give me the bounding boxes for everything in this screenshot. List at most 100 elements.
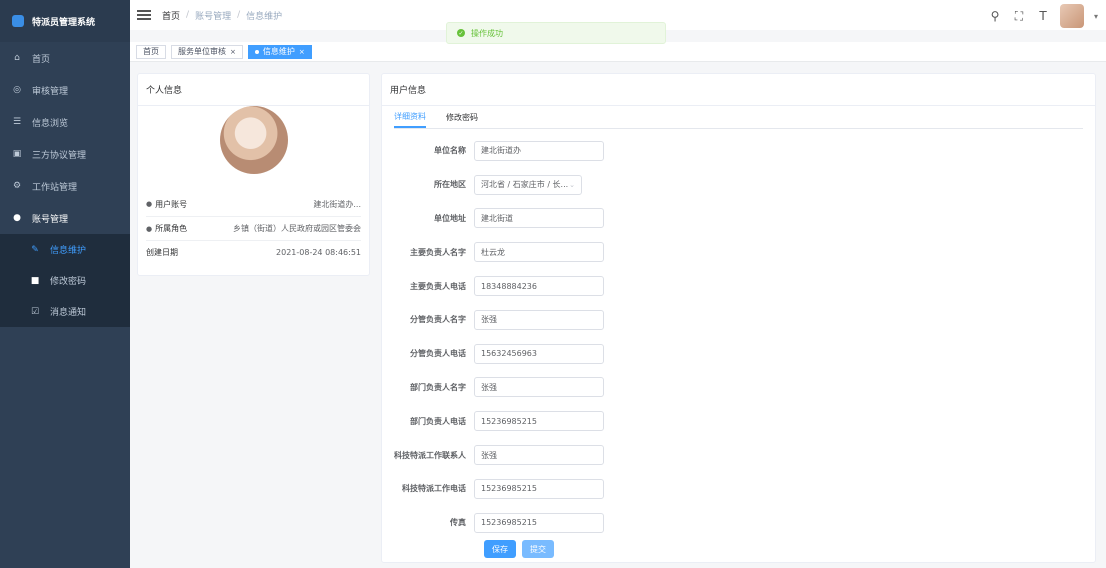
sidebar-subitem-label: 信息维护	[50, 246, 87, 256]
profile-label: 所属角色	[155, 224, 188, 233]
main-leader-name-input[interactable]: 杜云龙	[474, 242, 604, 263]
field-label: 部门负责人电话	[410, 416, 466, 426]
close-icon[interactable]: ×	[230, 46, 236, 58]
field-label: 科技特派工作电话	[402, 484, 466, 494]
field-label: 所在地区	[434, 180, 466, 190]
agreement-icon: ▣	[12, 149, 22, 159]
dept-leader-name-input[interactable]: 张强	[474, 377, 604, 398]
form-row: 科技特派工作电话 15236985215	[382, 472, 1097, 506]
tag-info-maintain[interactable]: 信息维护 ×	[247, 44, 312, 59]
form-row: 部门负责人电话 15236985215	[382, 404, 1097, 438]
sidebar-item-account[interactable]: ● 账号管理	[0, 202, 130, 234]
role-icon: ●	[146, 224, 153, 233]
user-icon: ●	[13, 213, 21, 223]
browse-icon: ☰	[12, 117, 22, 127]
sidebar-item-label: 工作站管理	[32, 182, 78, 193]
dept-leader-phone-input[interactable]: 15236985215	[474, 411, 604, 432]
region-select-value: 河北省 / 石家庄市 / 长...	[481, 180, 569, 190]
profile-value: 建北街道办...	[313, 199, 361, 209]
tag-home[interactable]: 首页	[136, 44, 166, 59]
contact-person-input[interactable]: 张强	[474, 445, 604, 466]
search-icon[interactable]: ⚲	[988, 9, 1002, 23]
field-label: 分管负责人名字	[410, 315, 466, 325]
chevron-down-icon[interactable]: ▾	[1094, 12, 1098, 21]
form-row: 部门负责人名字 张强	[382, 371, 1097, 405]
sidebar-subitem-info[interactable]: ✎ 信息维护	[0, 234, 130, 265]
profile-avatar[interactable]	[220, 106, 288, 174]
form-row: 单位地址 建北街道	[382, 202, 1097, 236]
station-icon: ⚙	[12, 181, 22, 191]
userinfo-tabs: 详细资料 修改密码	[394, 106, 478, 128]
profile-card-title: 个人信息	[138, 74, 369, 106]
avatar[interactable]	[1059, 4, 1084, 28]
sidebar-item-label: 审核管理	[32, 86, 69, 97]
form-row: 科技特派工作联系人 张强	[382, 438, 1097, 472]
field-label: 主要负责人名字	[410, 247, 466, 257]
sidebar-subitem-message[interactable]: ☑ 消息通知	[0, 296, 130, 327]
field-label: 单位地址	[434, 213, 466, 223]
form-row: 单位名称 建北街道办	[382, 134, 1097, 168]
success-message: ✓ 操作成功	[446, 22, 666, 44]
navbar-tools: ⚲ ⛶ T ▾	[988, 4, 1098, 28]
form-row: 所在地区 河北省 / 石家庄市 / 长... ⌄	[382, 168, 1097, 202]
lock-icon: ■	[30, 275, 40, 286]
sidebar-item-browse[interactable]: ☰ 信息浏览	[0, 106, 130, 138]
main-leader-phone-input[interactable]: 18348884236	[474, 276, 604, 297]
check-circle-icon: ✓	[457, 29, 465, 37]
sidebar-item-label: 信息浏览	[32, 118, 69, 129]
sidebar-item-label: 三方协议管理	[32, 150, 87, 161]
unit-address-input[interactable]: 建北街道	[474, 208, 604, 229]
sidebar: 特派员管理系统 ⌂ 首页 ◎ 审核管理 ☰ 信息浏览 ▣ 三方协议管理 ⚙ 工作…	[0, 0, 130, 568]
save-button[interactable]: 保存	[484, 540, 516, 558]
form-row: 分管负责人名字 张强	[382, 303, 1097, 337]
sidebar-item-audit[interactable]: ◎ 审核管理	[0, 74, 130, 106]
region-select[interactable]: 河北省 / 石家庄市 / 长... ⌄	[474, 174, 582, 195]
tab-details[interactable]: 详细资料	[394, 106, 426, 128]
tag-service-audit[interactable]: 服务单位审核 ×	[171, 44, 243, 59]
hamburger-icon[interactable]	[136, 8, 152, 22]
profile-list: ● 用户账号 建北街道办... ● 所属角色 乡镇（街道）人民政府或园区管委会 创建…	[146, 192, 361, 264]
fax-input[interactable]: 15236985215	[474, 512, 604, 533]
sidebar-subitem-password[interactable]: ■ 修改密码	[0, 265, 130, 296]
field-label: 传真	[450, 518, 466, 528]
profile-label: 用户账号	[155, 199, 188, 209]
fullscreen-icon[interactable]: ⛶	[1012, 9, 1026, 24]
success-message-text: 操作成功	[471, 28, 503, 38]
breadcrumb-account[interactable]: 账号管理	[195, 9, 231, 22]
list-item: ● 用户账号 建北街道办...	[146, 192, 361, 216]
chevron-down-icon: ⌄	[569, 180, 575, 189]
breadcrumb-home[interactable]: 首页	[162, 9, 180, 22]
sidebar-item-home[interactable]: ⌂ 首页	[0, 42, 130, 74]
sidebar-item-label: 首页	[32, 54, 51, 65]
form-row: 主要负责人名字 杜云龙	[382, 235, 1097, 269]
contact-phone-input[interactable]: 15236985215	[474, 478, 604, 499]
deputy-leader-name-input[interactable]: 张强	[474, 309, 604, 330]
userinfo-card: 用户信息 详细资料 修改密码 单位名称 建北街道办 所在地区 河北省 / 石家庄市 …	[381, 73, 1096, 563]
field-label: 分管负责人电话	[410, 349, 466, 359]
tab-change-password[interactable]: 修改密码	[446, 106, 478, 128]
font-size-icon[interactable]: T	[1036, 9, 1050, 23]
sidebar-item-label: 账号管理	[32, 214, 69, 225]
deputy-leader-phone-input[interactable]: 15632456963	[474, 343, 604, 364]
sidebar-item-agreement[interactable]: ▣ 三方协议管理	[0, 138, 130, 170]
form-row: 分管负责人电话 15632456963	[382, 337, 1097, 371]
list-item: ● 所属角色 乡镇（街道）人民政府或园区管委会	[146, 216, 361, 240]
field-label: 主要负责人电话	[410, 281, 466, 291]
tab-divider	[394, 128, 1083, 129]
breadcrumb-separator: /	[186, 10, 190, 20]
home-icon: ⌂	[14, 53, 20, 63]
sidebar-subitem-label: 修改密码	[50, 277, 87, 287]
list-item: 创建日期 2021-08-24 08:46:51	[146, 240, 361, 264]
close-icon[interactable]: ×	[299, 46, 305, 58]
unit-name-input[interactable]: 建北街道办	[474, 140, 604, 161]
form-row: 传真 15236985215	[382, 506, 1097, 540]
form-actions: 保存 提交	[484, 540, 554, 558]
field-label: 部门负责人名字	[410, 382, 466, 392]
user-icon: ●	[146, 200, 153, 208]
tag-label: 信息维护	[262, 46, 295, 56]
sidebar-item-station[interactable]: ⚙ 工作站管理	[0, 170, 130, 202]
breadcrumb-current: 信息维护	[246, 11, 283, 22]
logo-icon	[12, 15, 24, 27]
submit-button[interactable]: 提交	[522, 540, 554, 558]
field-label: 科技特派工作联系人	[394, 450, 466, 460]
